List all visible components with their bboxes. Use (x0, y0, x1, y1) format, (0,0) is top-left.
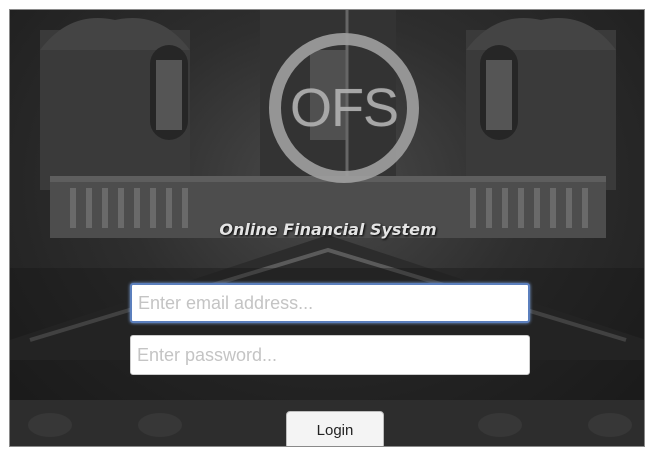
logo-text: OFS (289, 78, 399, 138)
password-input[interactable] (130, 335, 530, 375)
ofs-logo: OFS (269, 33, 419, 183)
login-button[interactable]: Login (286, 411, 384, 446)
login-page: OFS Online Financial System Login (9, 9, 645, 447)
email-input[interactable] (130, 283, 530, 323)
system-title: Online Financial System (219, 220, 437, 239)
